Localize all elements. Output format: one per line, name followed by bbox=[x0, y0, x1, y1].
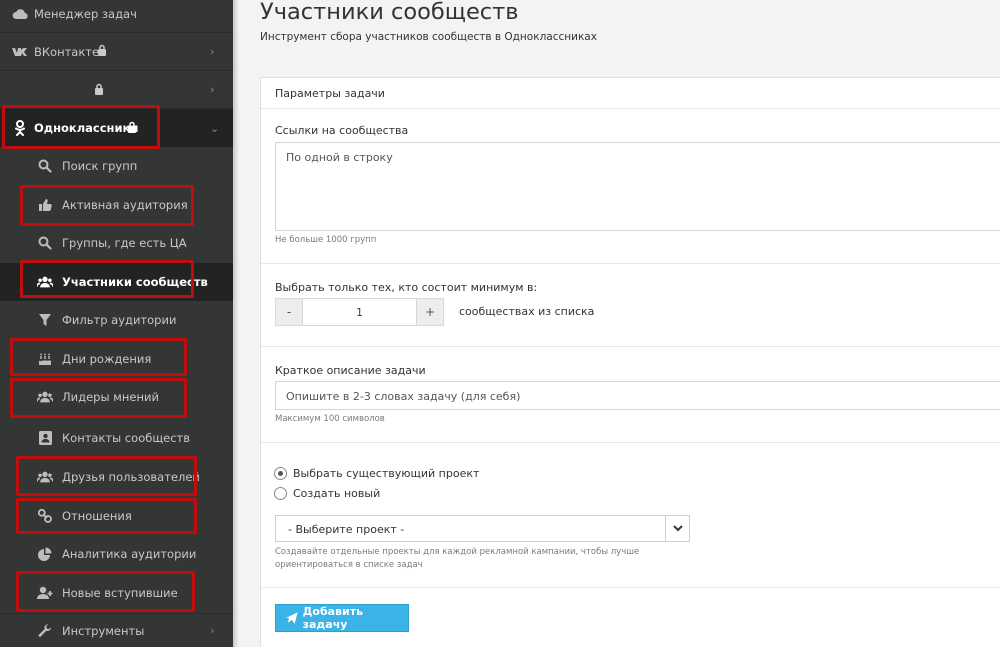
filter-icon bbox=[37, 312, 53, 328]
highlight-box bbox=[16, 456, 197, 496]
sidebar: Менеджер задач ВКонтакте › › Одноклассни… bbox=[0, 0, 233, 647]
radio-new-label: Создать новый bbox=[293, 487, 381, 500]
project-help-line1: Создавайте отдельные проекты для каждой … bbox=[275, 547, 640, 557]
description-placeholder: Опишите в 2-3 словах задачу (для себя) bbox=[286, 390, 521, 403]
lock-icon bbox=[97, 44, 107, 59]
panel-heading: Параметры задачи bbox=[275, 87, 385, 100]
page-title: Участники сообществ bbox=[260, 0, 519, 25]
lock-icon bbox=[94, 83, 104, 98]
sidebar-item-label: Контакты сообществ bbox=[62, 431, 191, 445]
chevron-down-icon: ⌄ bbox=[210, 121, 220, 135]
address-book-icon bbox=[37, 430, 53, 446]
sidebar-item-group-search[interactable]: Поиск групп bbox=[0, 147, 233, 185]
project-select-value: - Выберите проект - bbox=[288, 523, 405, 536]
community-links-textarea[interactable]: По одной в строку bbox=[275, 142, 1000, 231]
membership-suffix: сообществах из списка bbox=[459, 305, 595, 318]
search-icon bbox=[37, 158, 53, 174]
project-select[interactable]: - Выберите проект - bbox=[275, 515, 690, 542]
chevron-right-icon: › bbox=[210, 83, 215, 96]
increment-button[interactable]: + bbox=[416, 298, 444, 326]
links-help: Не больше 1000 групп bbox=[275, 235, 377, 245]
links-label: Ссылки на сообщества bbox=[275, 124, 409, 137]
highlight-box bbox=[20, 185, 194, 226]
highlight-box bbox=[10, 338, 187, 376]
chevron-right-icon: › bbox=[210, 624, 215, 637]
sidebar-item-label: Аналитика аудитории bbox=[62, 547, 197, 561]
send-icon bbox=[286, 612, 298, 624]
sidebar-item-target-groups[interactable]: Группы, где есть ЦА bbox=[0, 224, 233, 262]
chevron-right-icon: › bbox=[210, 45, 215, 58]
sidebar-item-community-contacts[interactable]: Контакты сообществ bbox=[0, 419, 233, 457]
highlight-box bbox=[20, 260, 194, 298]
panel-header: Параметры задачи bbox=[261, 78, 1000, 109]
sidebar-item-task-manager[interactable]: Менеджер задач bbox=[0, 0, 233, 28]
wrench-icon bbox=[37, 623, 53, 639]
radio-button-selected[interactable] bbox=[274, 467, 287, 480]
radio-button[interactable] bbox=[274, 487, 287, 500]
sidebar-shadow bbox=[233, 0, 239, 647]
sidebar-item-label: Инструменты bbox=[62, 623, 145, 638]
page-subtitle: Инструмент сбора участников сообществ в … bbox=[260, 31, 597, 43]
highlight-box bbox=[2, 105, 160, 149]
sidebar-item-label: ВКонтакте bbox=[34, 44, 100, 59]
description-help: Максимум 100 символов bbox=[275, 414, 385, 424]
sidebar-item-label: Менеджер задач bbox=[34, 7, 137, 21]
search-icon bbox=[37, 235, 53, 251]
links-placeholder: По одной в строку bbox=[286, 151, 393, 164]
project-help-line2: ориентироваться в списке задач bbox=[275, 560, 423, 570]
radio-existing-label: Выбрать существующий проект bbox=[293, 467, 480, 480]
sidebar-item-label: Группы, где есть ЦА bbox=[62, 236, 187, 250]
description-label: Краткое описание задачи bbox=[275, 364, 426, 377]
radio-new-project[interactable]: Создать новый bbox=[274, 487, 380, 500]
chevron-down-icon bbox=[665, 516, 689, 541]
add-task-button[interactable]: Добавить задачу bbox=[275, 604, 409, 632]
task-description-input[interactable]: Опишите в 2-3 словах задачу (для себя) bbox=[275, 381, 1000, 410]
sidebar-item-audience-filter[interactable]: Фильтр аудитории bbox=[0, 301, 233, 339]
radio-existing-project[interactable]: Выбрать существующий проект bbox=[274, 467, 479, 480]
highlight-box bbox=[10, 378, 187, 418]
sidebar-item-audience-analytics[interactable]: Аналитика аудитории bbox=[0, 535, 233, 573]
vk-icon bbox=[12, 44, 28, 60]
highlight-box bbox=[16, 498, 197, 534]
pie-chart-icon bbox=[37, 546, 53, 562]
highlight-box bbox=[16, 571, 195, 612]
add-task-label: Добавить задачу bbox=[302, 605, 364, 631]
sidebar-item-label: Поиск групп bbox=[62, 159, 138, 173]
task-parameters-panel: Параметры задачи Ссылки на сообщества По… bbox=[260, 77, 1000, 647]
cloud-icon bbox=[12, 6, 28, 22]
sidebar-item-vkontakte[interactable]: ВКонтакте › bbox=[0, 33, 233, 70]
sidebar-item-tools[interactable]: Инструменты › bbox=[0, 614, 233, 647]
sidebar-item-locked[interactable]: › bbox=[0, 71, 233, 108]
sidebar-item-label: Фильтр аудитории bbox=[62, 313, 177, 327]
decrement-button[interactable]: - bbox=[275, 298, 303, 326]
membership-count-input[interactable]: 1 bbox=[302, 298, 417, 326]
min-membership-label: Выбрать только тех, кто состоит минимум … bbox=[275, 281, 538, 294]
